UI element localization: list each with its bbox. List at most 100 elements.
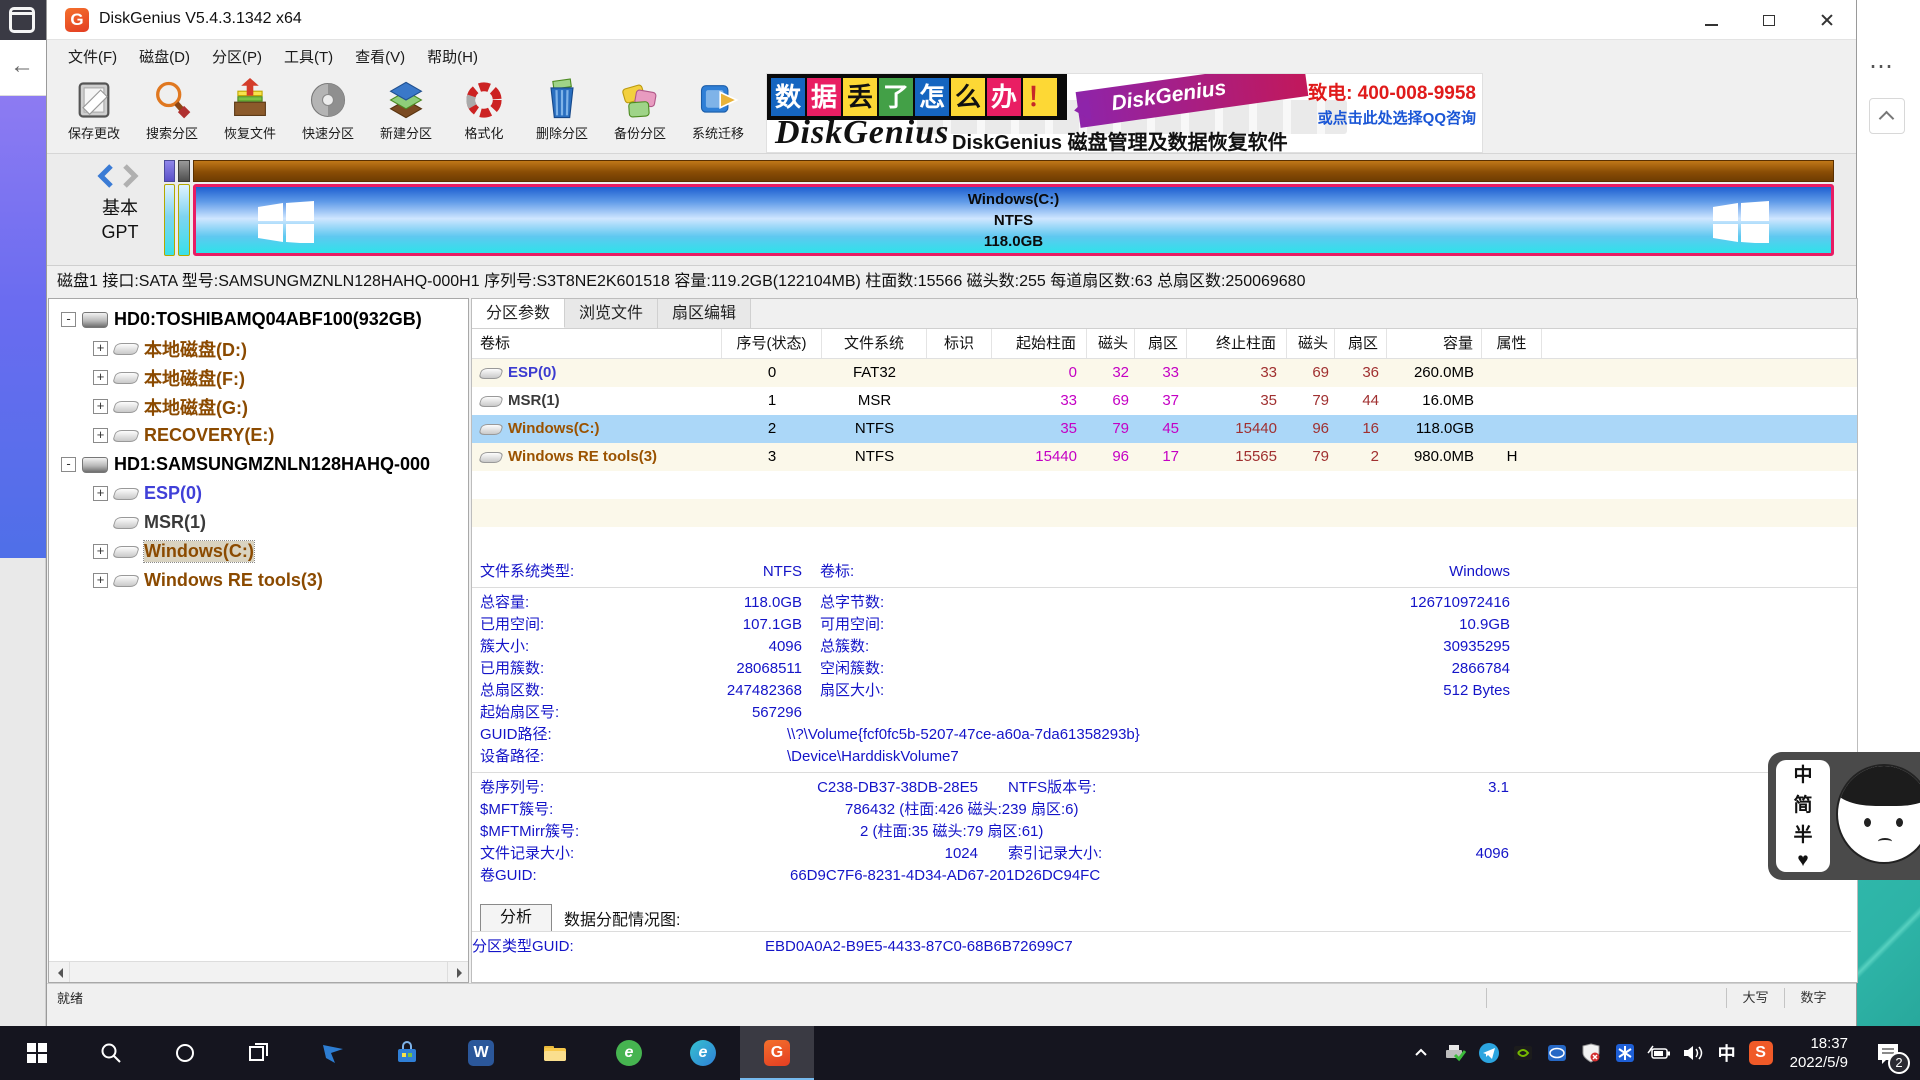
quick-partition-button[interactable]: 快速分区: [289, 76, 367, 150]
scroll-right-button[interactable]: [447, 962, 468, 982]
menu-view[interactable]: 查看(V): [344, 42, 416, 71]
scroll-left-button[interactable]: [49, 962, 70, 982]
col-header[interactable]: 起始柱面: [992, 329, 1087, 358]
ime-heart-icon[interactable]: ♥: [1797, 850, 1808, 872]
col-header[interactable]: 序号(状态): [722, 329, 822, 358]
delete-partition-button[interactable]: 删除分区: [523, 76, 601, 150]
browser-360-button[interactable]: e: [592, 1026, 666, 1080]
expand-icon[interactable]: +: [93, 341, 108, 356]
tray-battery-icon[interactable]: [1644, 1033, 1674, 1073]
tray-printer-icon[interactable]: [1440, 1033, 1470, 1073]
edge-button[interactable]: e: [666, 1026, 740, 1080]
partition-block-msr[interactable]: [178, 184, 190, 256]
maximize-button[interactable]: [1740, 0, 1798, 40]
tray-ime-indicator[interactable]: 中: [1712, 1033, 1742, 1073]
disk-nav-arrows[interactable]: [89, 162, 151, 190]
diskgenius-taskbar-button[interactable]: G: [740, 1026, 814, 1080]
taskbar-clock[interactable]: 18:37 2022/5/9: [1780, 1034, 1858, 1072]
menu-tools[interactable]: 工具(T): [273, 42, 344, 71]
banner-qq-link[interactable]: 或点击此处选择QQ咨询: [1308, 107, 1476, 128]
table-row-msr[interactable]: MSR(1) 1 MSR 33 69 37 35 79 44 16.0MB: [472, 387, 1857, 415]
col-header[interactable]: 扇区: [1135, 329, 1187, 358]
col-header[interactable]: 卷标: [472, 329, 722, 358]
tray-security-shield-icon[interactable]: [1576, 1033, 1606, 1073]
tab-browse-files[interactable]: 浏览文件: [565, 299, 658, 328]
ime-status-card[interactable]: 中 简 半 ♥: [1776, 760, 1830, 872]
horizontal-scrollbar[interactable]: [49, 961, 468, 982]
tree-item-msr[interactable]: MSR(1): [49, 508, 468, 537]
col-header[interactable]: 终止柱面: [1187, 329, 1287, 358]
word-button[interactable]: W: [444, 1026, 518, 1080]
col-header[interactable]: 磁头: [1087, 329, 1135, 358]
tray-nvidia-icon[interactable]: [1508, 1033, 1538, 1073]
col-header[interactable]: 容量: [1387, 329, 1482, 358]
menu-file[interactable]: 文件(F): [57, 42, 128, 71]
tree-item-local-g[interactable]: + 本地磁盘(G:): [49, 392, 468, 421]
system-migration-button[interactable]: 系统迁移: [679, 76, 757, 150]
action-center-button[interactable]: 2: [1862, 1026, 1914, 1080]
table-row-esp[interactable]: ESP(0) 0 FAT32 0 32 33 33 69 36 260.0MB: [472, 359, 1857, 387]
ime-halfwidth-indicator[interactable]: 半: [1793, 820, 1812, 847]
col-header[interactable]: 文件系统: [822, 329, 927, 358]
pinned-app-blue-button[interactable]: [296, 1026, 370, 1080]
col-header[interactable]: 磁头: [1287, 329, 1335, 358]
banner-ad[interactable]: 数 据 丢 了 怎 么 办 ！ DiskGenius DiskGenius 致电…: [766, 73, 1483, 153]
table-row-windows-c-selected[interactable]: Windows(C:) 2 NTFS 35 79 45 15440 96 16 …: [472, 415, 1857, 443]
tray-chevron-up-icon[interactable]: [1406, 1033, 1436, 1073]
scroll-up-button[interactable]: [1869, 98, 1905, 134]
cortana-button[interactable]: [148, 1026, 222, 1080]
more-options-icon[interactable]: ⋯: [1869, 52, 1895, 81]
menu-partition[interactable]: 分区(P): [201, 42, 273, 71]
tree-item-windows-re[interactable]: + Windows RE tools(3): [49, 566, 468, 595]
col-header[interactable]: 标识: [927, 329, 992, 358]
search-partition-button[interactable]: 搜索分区: [133, 76, 211, 150]
tree-item-hd0[interactable]: - HD0:TOSHIBAMQ04ABF100(932GB): [49, 305, 468, 334]
menu-help[interactable]: 帮助(H): [416, 42, 489, 71]
tray-volume-icon[interactable]: [1678, 1033, 1708, 1073]
start-button[interactable]: [0, 1026, 74, 1080]
expand-icon[interactable]: +: [93, 428, 108, 443]
backup-partition-button[interactable]: 备份分区: [601, 76, 679, 150]
collapse-icon[interactable]: -: [61, 312, 76, 327]
ime-simplified-indicator[interactable]: 简: [1793, 790, 1812, 817]
tab-partition-params[interactable]: 分区参数: [472, 299, 565, 328]
format-button[interactable]: 格式化: [445, 76, 523, 150]
expand-icon[interactable]: +: [93, 370, 108, 385]
store-button[interactable]: [370, 1026, 444, 1080]
ime-floating-widget[interactable]: 中 简 半 ♥: [1768, 752, 1920, 880]
table-row-windows-re[interactable]: Windows RE tools(3) 3 NTFS 15440 96 17 1…: [472, 443, 1857, 471]
close-button[interactable]: [1798, 0, 1856, 40]
expand-icon[interactable]: +: [93, 399, 108, 414]
new-partition-button[interactable]: 新建分区: [367, 76, 445, 150]
minimize-button[interactable]: [1682, 0, 1740, 40]
expand-icon[interactable]: +: [93, 486, 108, 501]
tree-item-hd1[interactable]: - HD1:SAMSUNGMZNLN128HAHQ-000: [49, 450, 468, 479]
tab-sector-edit[interactable]: 扇区编辑: [658, 299, 751, 328]
col-header[interactable]: 属性: [1482, 329, 1542, 358]
menu-disk[interactable]: 磁盘(D): [128, 42, 201, 71]
expand-icon[interactable]: +: [93, 573, 108, 588]
recover-files-button[interactable]: 恢复文件: [211, 76, 289, 150]
tree-item-recovery-e[interactable]: + RECOVERY(E:): [49, 421, 468, 450]
titlebar[interactable]: G DiskGenius V5.4.3.1342 x64: [47, 0, 1856, 40]
tree-item-esp[interactable]: + ESP(0): [49, 479, 468, 508]
save-changes-button[interactable]: 保存更改: [55, 76, 133, 150]
ime-mascot-avatar[interactable]: [1836, 764, 1920, 864]
tray-snowflake-icon[interactable]: [1610, 1033, 1640, 1073]
tray-intel-icon[interactable]: [1542, 1033, 1572, 1073]
tray-telegram-icon[interactable]: [1474, 1033, 1504, 1073]
file-explorer-button[interactable]: [518, 1026, 592, 1080]
col-header[interactable]: 扇区: [1335, 329, 1387, 358]
tree-item-local-f[interactable]: + 本地磁盘(F:): [49, 363, 468, 392]
tree-item-windows-c[interactable]: + Windows(C:): [49, 537, 468, 566]
partition-block-esp[interactable]: [164, 184, 175, 256]
taskbar-search-button[interactable]: [74, 1026, 148, 1080]
back-arrow-icon[interactable]: ←: [10, 52, 34, 80]
task-view-button[interactable]: [222, 1026, 296, 1080]
ime-lang-indicator[interactable]: 中: [1793, 760, 1812, 787]
partition-block-windows-c[interactable]: Windows(C:) NTFS 118.0GB: [193, 184, 1834, 256]
tree-item-local-d[interactable]: + 本地磁盘(D:): [49, 334, 468, 363]
expand-icon[interactable]: +: [93, 544, 108, 559]
tray-sogou-icon[interactable]: S: [1746, 1033, 1776, 1073]
collapse-icon[interactable]: -: [61, 457, 76, 472]
